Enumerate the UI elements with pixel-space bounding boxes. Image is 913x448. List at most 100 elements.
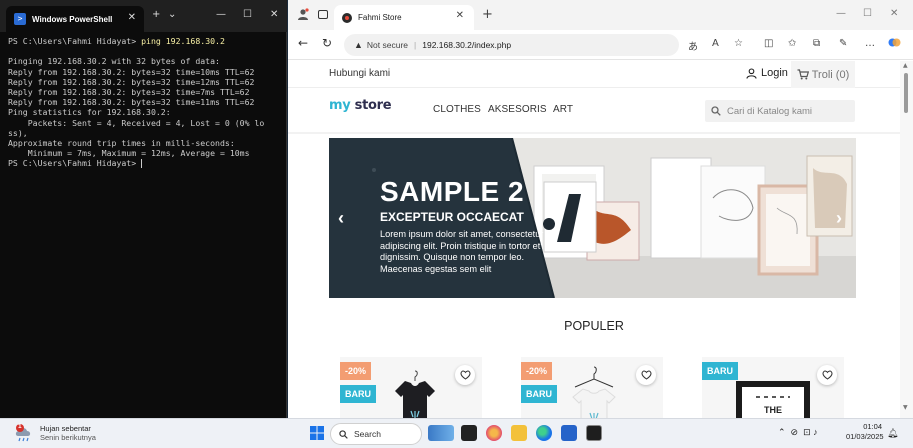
powershell-window: > Windows PowerShell ✕ + ⌄ — ☐ ✕ PS C:\U… xyxy=(0,0,287,418)
warning-icon[interactable]: ▲ xyxy=(354,40,363,50)
hero-carousel[interactable]: ‹ › SAMPLE 2 EXCEPTEUR OCCAECAT Lorem ip… xyxy=(329,138,856,298)
search-icon xyxy=(339,429,348,439)
contact-link[interactable]: Hubungi kami xyxy=(329,68,390,79)
product-card[interactable]: BARU THE xyxy=(702,357,844,418)
copilot-app-icon[interactable] xyxy=(486,425,502,441)
logo-store: store xyxy=(354,98,392,113)
copilot-icon[interactable] xyxy=(888,36,901,52)
favorites-icon[interactable]: ✩ xyxy=(788,38,796,49)
security-label[interactable]: Not secure xyxy=(367,40,408,50)
terminal-app-icon[interactable] xyxy=(586,425,602,441)
login-link[interactable]: Login xyxy=(746,67,788,79)
carousel-prev-icon[interactable]: ‹ xyxy=(338,208,344,229)
maximize-button[interactable]: ☐ xyxy=(863,8,872,19)
refresh-button[interactable]: ↻ xyxy=(322,36,332,50)
translate-icon[interactable]: あ xyxy=(688,38,698,53)
taskbar-search-label: Search xyxy=(354,429,381,439)
minimize-button[interactable]: — xyxy=(216,9,226,20)
widgets-icon[interactable] xyxy=(428,425,454,441)
powershell-tab[interactable]: > Windows PowerShell ✕ xyxy=(6,6,144,32)
cart-icon xyxy=(797,69,809,80)
hero-title: SAMPLE 2 xyxy=(380,176,525,207)
desktop: > Windows PowerShell ✕ + ⌄ — ☐ ✕ PS C:\U… xyxy=(0,0,913,448)
scroll-up-icon[interactable]: ▲ xyxy=(903,62,908,69)
split-screen-icon[interactable]: ◫ xyxy=(764,38,773,49)
wishlist-heart-icon[interactable] xyxy=(636,365,656,385)
hero-body: Lorem ipsum dolor sit amet, consectetur … xyxy=(380,229,544,274)
cart-button[interactable]: Troli (0) xyxy=(791,61,855,88)
extensions-icon[interactable]: ✎ xyxy=(839,38,847,49)
windows-start-icon[interactable] xyxy=(310,426,324,440)
site-logo[interactable]: my store xyxy=(329,98,392,113)
new-badge: BARU xyxy=(521,385,557,403)
site-favicon-icon xyxy=(342,12,352,23)
terminal-final-prompt: PS C:\Users\Fahmi Hidayat> xyxy=(8,158,142,169)
poster-text: THE xyxy=(764,405,782,415)
powershell-icon: > xyxy=(14,13,26,25)
product-card[interactable]: -20% BARU xyxy=(521,357,663,418)
terminal-lines: Pinging 192.168.30.2 with 32 bytes of da… xyxy=(8,56,265,159)
user-icon xyxy=(746,67,757,79)
rain-cloud-icon xyxy=(15,424,31,442)
search-input[interactable]: Cari di Katalog kami xyxy=(705,100,855,122)
search-placeholder: Cari di Katalog kami xyxy=(727,105,813,117)
tab-actions-icon[interactable] xyxy=(318,10,328,19)
discount-badge: -20% xyxy=(340,362,372,380)
file-explorer-icon[interactable] xyxy=(511,425,527,441)
weather-widget[interactable]: 1 Hujan sebentar Senin berikutnya xyxy=(14,423,96,443)
clock[interactable]: 01:04 01/03/2025 xyxy=(846,422,884,442)
url-text[interactable]: 192.168.30.2/index.php xyxy=(422,40,511,50)
cart-label: Troli (0) xyxy=(811,68,850,81)
edge-window: Fahmi Store ✕ + — ☐ ✕ ← ↻ ▲ Not secure |… xyxy=(288,0,913,418)
back-button[interactable]: ← xyxy=(298,36,308,50)
store-app-icon[interactable] xyxy=(561,425,577,441)
close-window-button[interactable]: ✕ xyxy=(890,8,898,19)
site-topbar: Hubungi kami Login Troli (0) xyxy=(288,61,900,88)
terminal-cursor xyxy=(141,159,143,169)
powershell-titlebar: > Windows PowerShell ✕ + ⌄ — ☐ ✕ xyxy=(0,0,287,32)
discount-badge: -20% xyxy=(521,362,553,380)
login-label: Login xyxy=(761,67,788,79)
edge-app-icon[interactable] xyxy=(536,425,552,441)
more-options-icon[interactable]: … xyxy=(865,38,875,49)
notification-bell-icon[interactable]: 🔔︎ xyxy=(887,428,898,439)
scroll-down-icon[interactable]: ▼ xyxy=(903,404,908,411)
powershell-tab-title: Windows PowerShell xyxy=(32,14,113,24)
web-page: Hubungi kami Login Troli (0) my store CL… xyxy=(288,61,900,418)
address-separator: | xyxy=(414,40,417,50)
nav-clothes[interactable]: CLOTHES xyxy=(433,104,481,115)
terminal-prompt: PS C:\Users\Fahmi Hidayat> xyxy=(8,36,137,46)
search-icon xyxy=(711,106,721,116)
close-tab-icon[interactable]: ✕ xyxy=(128,12,136,23)
page-scrollbar[interactable]: ▲ ▼ xyxy=(900,61,913,418)
close-window-button[interactable]: ✕ xyxy=(270,9,278,20)
weather-title: Hujan sebentar xyxy=(40,424,91,433)
close-tab-icon[interactable]: ✕ xyxy=(456,10,464,21)
system-tray[interactable]: ⌃ ⊘ ⊡ ♪ xyxy=(778,427,818,438)
collections-icon[interactable]: ⧉ xyxy=(813,38,820,49)
new-badge: BARU xyxy=(340,385,376,403)
product-image xyxy=(572,366,616,418)
task-view-icon[interactable] xyxy=(461,425,477,441)
carousel-next-icon[interactable]: › xyxy=(836,208,842,229)
wishlist-heart-icon[interactable] xyxy=(455,365,475,385)
maximize-button[interactable]: ☐ xyxy=(243,9,252,20)
taskbar-search[interactable]: Search xyxy=(330,423,422,445)
weather-text: Hujan sebentar Senin berikutnya xyxy=(40,424,96,442)
chevron-down-icon[interactable]: ⌄ xyxy=(168,9,176,20)
scroll-thumb[interactable] xyxy=(904,73,908,113)
terminal-output[interactable]: PS C:\Users\Fahmi Hidayat> ping 192.168.… xyxy=(8,36,284,169)
wishlist-heart-icon[interactable] xyxy=(817,365,837,385)
favorite-star-icon[interactable]: ☆ xyxy=(734,38,743,49)
new-tab-button[interactable]: + xyxy=(152,9,160,20)
minimize-button[interactable]: — xyxy=(836,8,846,19)
product-card[interactable]: -20% BARU xyxy=(340,357,482,418)
nav-aksesoris[interactable]: AKSESORIS xyxy=(488,104,547,115)
nav-art[interactable]: ART xyxy=(553,104,573,115)
profile-icon[interactable] xyxy=(297,8,309,20)
hero-subtitle: EXCEPTEUR OCCAECAT xyxy=(380,210,524,224)
new-tab-button[interactable]: + xyxy=(482,7,493,22)
browser-tab[interactable]: Fahmi Store ✕ xyxy=(334,5,474,30)
read-aloud-icon[interactable]: A xyxy=(712,38,719,49)
address-bar[interactable]: ▲ Not secure | 192.168.30.2/index.php xyxy=(344,34,679,56)
